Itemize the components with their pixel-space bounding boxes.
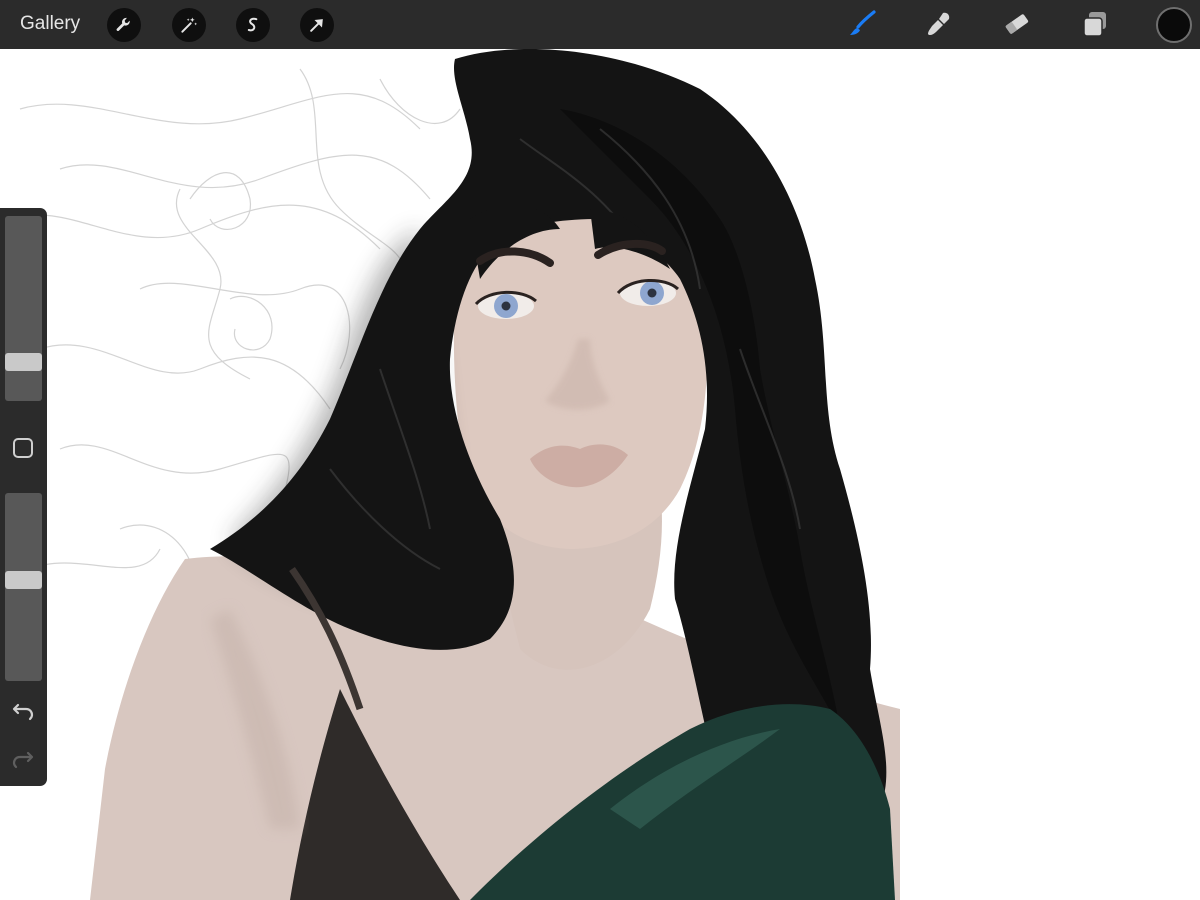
modify-square-button[interactable] <box>12 437 34 459</box>
smudge-icon[interactable] <box>922 7 956 41</box>
redo-button[interactable] <box>10 745 36 771</box>
left-sidebar <box>0 208 47 786</box>
eraser-icon[interactable] <box>1000 7 1034 41</box>
undo-arrow-icon <box>12 703 34 721</box>
brush-icon[interactable] <box>845 7 879 41</box>
redo-arrow-icon <box>12 751 34 769</box>
square-icon <box>13 438 33 458</box>
layers-icon[interactable] <box>1078 7 1112 41</box>
gallery-button[interactable]: Gallery <box>20 12 80 36</box>
undo-button[interactable] <box>10 697 36 723</box>
adjustments-magic-wand-icon[interactable] <box>172 8 206 42</box>
selection-icon[interactable] <box>236 8 270 42</box>
brush-size-slider[interactable] <box>5 216 42 401</box>
brush-size-thumb[interactable] <box>5 353 42 371</box>
transform-arrow-icon[interactable] <box>300 8 334 42</box>
color-picker-swatch[interactable] <box>1156 7 1192 43</box>
opacity-thumb[interactable] <box>5 571 42 589</box>
actions-wrench-icon[interactable] <box>107 8 141 42</box>
top-toolbar: Gallery <box>0 0 1200 49</box>
drawing-canvas[interactable] <box>0 49 1200 900</box>
opacity-slider[interactable] <box>5 493 42 681</box>
